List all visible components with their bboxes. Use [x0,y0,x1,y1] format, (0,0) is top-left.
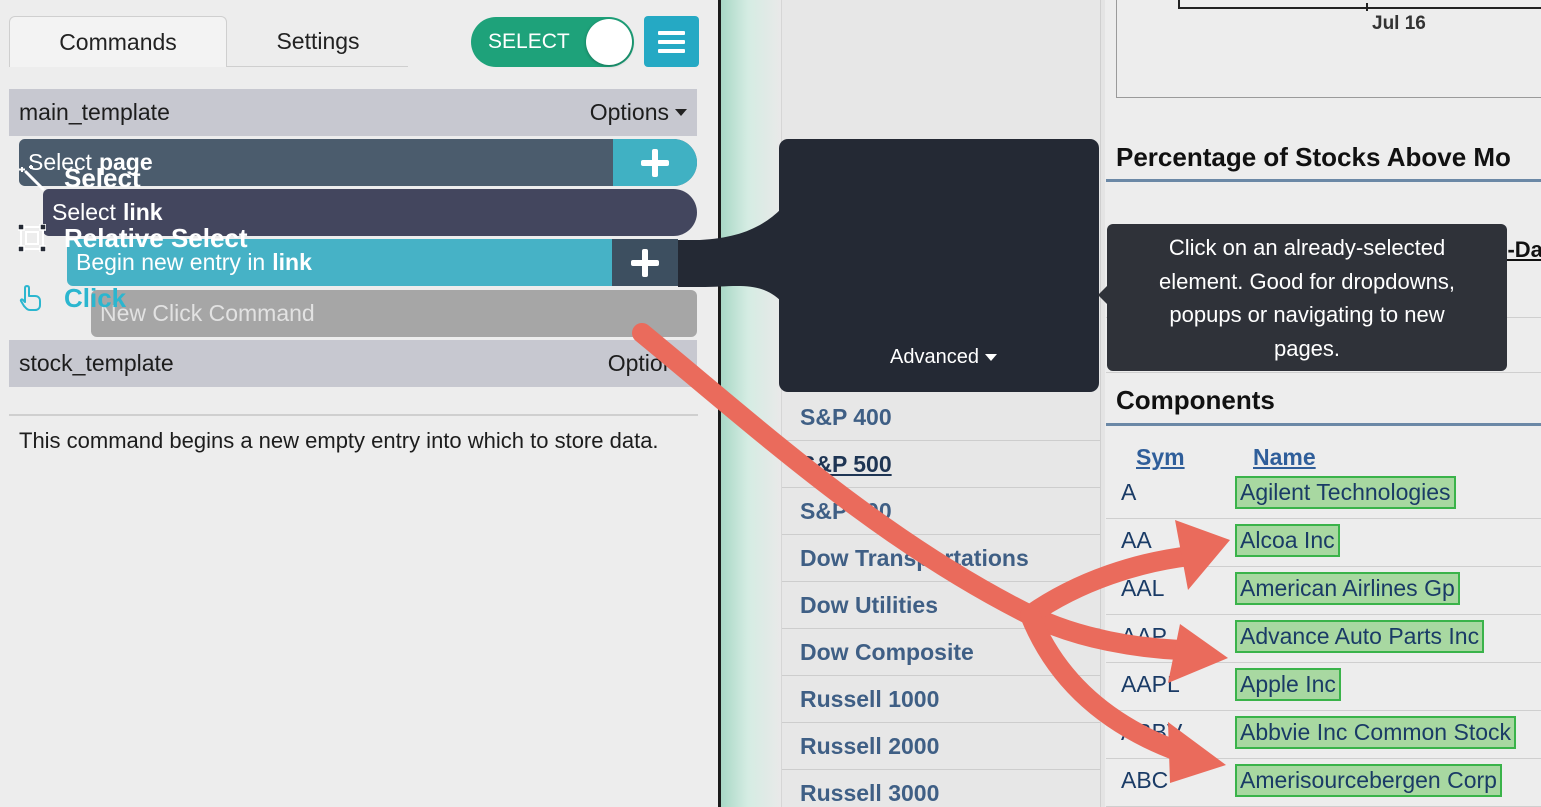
advanced-toggle[interactable]: Advanced [890,346,997,369]
arrowhead-icon [1168,624,1228,683]
tooltip-line: element. Good for dropdowns, [1159,268,1455,294]
tooltip-line: popups or navigating to new [1169,302,1445,327]
caret-down-icon [984,354,997,361]
relative-select-icon [18,224,46,252]
menu-item-label: Click [64,282,127,313]
menu-item-label: Relative Select [64,222,248,253]
magic-wand-icon [19,165,45,191]
menu-item-relative-select[interactable]: Relative Select [18,218,248,258]
tooltip-line: pages. [1273,335,1341,361]
menu-item-select[interactable]: Select [18,158,141,198]
menu-item-click[interactable]: Click [18,278,126,318]
arrow-to-alcoa [1020,546,1200,625]
arrowhead-icon [1175,520,1230,590]
menu-item-label: Select [64,162,141,193]
arrowhead-icon [1168,722,1226,783]
tooltip-line: Click on an already-selected [1168,235,1446,260]
popup-connector [678,208,782,302]
annotation-overlay [632,208,1230,783]
click-tooltip: Click on an already-selected element. Go… [1107,224,1507,371]
annotation-arrows [632,323,1200,762]
pointing-hand-icon [19,285,41,311]
advanced-label: Advanced [890,346,979,368]
